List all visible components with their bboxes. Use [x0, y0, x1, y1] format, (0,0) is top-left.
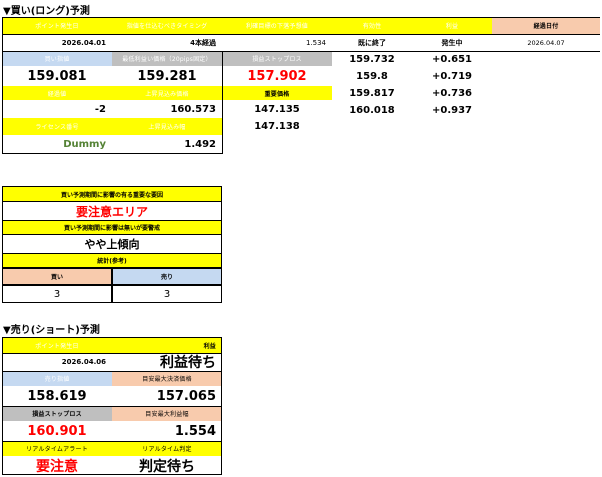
- side-value-2: 159.8: [356, 71, 388, 82]
- long-important-a: 147.135: [254, 103, 300, 115]
- grid-line: [2, 441, 222, 442]
- grid-line: [2, 51, 600, 52]
- header-forecast: 利確目標の下落予想値: [222, 17, 332, 34]
- grid-line: [2, 406, 222, 407]
- side-value-1: 159.732: [349, 54, 395, 65]
- short-point-date: 2026.04.06: [61, 358, 106, 366]
- long-elapsed-date: 2026.04.07: [527, 38, 565, 47]
- short-stop-loss: 160.901: [27, 423, 87, 439]
- short-sell-limit: 158.619: [27, 388, 87, 404]
- short-header-point-date: ポイント発生日: [2, 337, 112, 353]
- header-buy-limit: 買い指値: [2, 51, 112, 66]
- short-header-alert: リアルタイムアラート: [2, 441, 112, 456]
- grid-line: [2, 17, 600, 18]
- side-profit-2: +0.719: [431, 71, 472, 82]
- factor-value: 要注意エリア: [2, 202, 222, 220]
- long-license: Dummy: [63, 138, 106, 150]
- short-judge: 判定待ち: [139, 458, 195, 475]
- caution-value: やや上傾向: [2, 235, 222, 253]
- side-value-4: 160.018: [349, 105, 395, 116]
- long-profit-status: 発生中: [441, 38, 463, 47]
- grid-line: [2, 353, 222, 354]
- short-header-max-price: 目安最大決済価格: [112, 371, 222, 386]
- grid-line: [2, 337, 222, 338]
- header-min-profit: 最低利益い価格（20pips固定）: [112, 51, 222, 66]
- header-important-price: 重要価格: [222, 86, 332, 100]
- header-validity: 有効性: [332, 17, 412, 34]
- header-stop-loss: 損益ストップロス: [222, 51, 332, 66]
- short-section-title: ▼売り(ショート)予測: [3, 325, 100, 336]
- short-alert: 要注意: [36, 458, 78, 475]
- grid-line: [2, 337, 3, 475]
- long-buy-limit: 159.081: [27, 68, 87, 84]
- short-header-sell-limit: 売り指値: [2, 371, 112, 386]
- header-license: ライセンス番号: [2, 118, 112, 135]
- grid-line: [2, 34, 600, 35]
- long-rise-width: 1.492: [184, 138, 216, 150]
- stats-sell-count: 3: [112, 285, 222, 303]
- long-elapsed: -2: [94, 103, 106, 115]
- stats-sell-label: 売り: [112, 268, 222, 285]
- long-timing: 4本経過: [190, 38, 216, 47]
- long-point-date: 2026.04.01: [61, 38, 106, 47]
- header-point-date: ポイント発生日: [2, 17, 112, 34]
- side-profit-1: +0.651: [431, 54, 472, 65]
- grid-line: [2, 17, 3, 154]
- grid-line: [2, 371, 222, 372]
- long-forecast: 1.534: [305, 38, 326, 47]
- header-profit: 利益: [412, 17, 492, 34]
- grid-line: [221, 337, 222, 475]
- header-timing: 指値を仕込むべきタイミング: [112, 17, 222, 34]
- grid-line: [222, 51, 223, 154]
- short-profit: 利益待ち: [160, 355, 216, 371]
- header-elapsed: 経過値: [2, 86, 112, 100]
- side-profit-4: +0.937: [431, 105, 472, 116]
- short-max-price: 157.065: [156, 388, 216, 404]
- short-header-stop-loss: 損益ストップロス: [2, 406, 112, 421]
- long-stop-loss: 157.902: [247, 68, 307, 84]
- stats-buy-label: 買い: [2, 268, 112, 285]
- side-profit-3: +0.736: [431, 88, 472, 99]
- long-min-profit: 159.281: [137, 68, 197, 84]
- short-header-profit: 利益: [112, 337, 222, 353]
- grid-line: [2, 474, 222, 475]
- factor-title: 買い予測期間に影響の有る重要な要因: [2, 186, 222, 202]
- short-max-width: 1.554: [174, 423, 216, 439]
- grid-line: [2, 153, 222, 154]
- header-rise-width: 上昇見込み幅: [112, 118, 222, 135]
- side-value-3: 159.817: [349, 88, 395, 99]
- stats-buy-count: 3: [2, 285, 112, 303]
- header-rise-price: 上昇見込み価格: [112, 86, 222, 100]
- header-elapsed-date: 経過日付: [492, 17, 600, 34]
- short-header-judge: リアルタイム判定: [112, 441, 222, 456]
- long-section-title: ▼買い(ロング)予測: [3, 6, 90, 17]
- short-header-max-width: 目安最大利益幅: [112, 406, 222, 421]
- caution-title: 買い予測期間に影響は無いが要警戒: [2, 220, 222, 235]
- long-rise-price: 160.573: [170, 103, 216, 115]
- long-validity: 既に終了: [358, 38, 386, 47]
- stats-title: 統計(参考): [2, 253, 222, 268]
- long-important-b: 147.138: [254, 121, 300, 132]
